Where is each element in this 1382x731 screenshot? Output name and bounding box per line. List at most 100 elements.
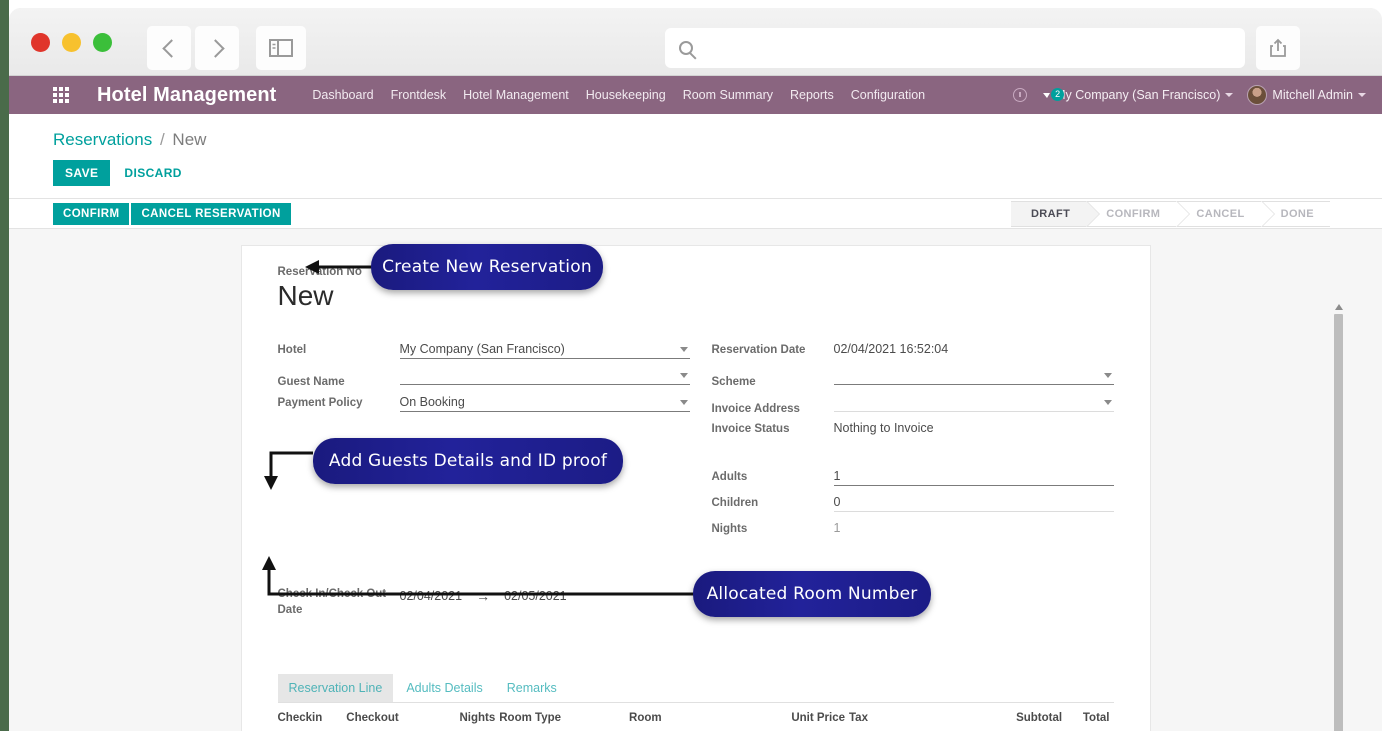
field-hotel-label: Hotel	[278, 343, 400, 359]
chevron-down-icon[interactable]	[680, 373, 688, 378]
company-selector[interactable]: My Company (San Francisco)	[1055, 88, 1233, 102]
browser-chrome	[9, 8, 1382, 76]
checkin-date-value: 02/04/2021	[400, 589, 463, 603]
navbar-menu-list: Dashboard Frontdesk Hotel Management Hou…	[312, 88, 925, 102]
menu-item-hotel-management[interactable]: Hotel Management	[463, 88, 569, 102]
notebook-tabs: Reservation Line Adults Details Remarks	[278, 674, 1114, 703]
chevron-down-icon[interactable]	[1104, 373, 1112, 378]
col-room: Room	[629, 703, 772, 731]
checkout-date-value: 02/05/2021	[504, 589, 567, 603]
field-guest-name: Guest Name	[278, 368, 696, 391]
menu-item-reports[interactable]: Reports	[790, 88, 834, 102]
col-subtotal: Subtotal	[982, 703, 1067, 731]
field-payment-policy-value: On Booking	[400, 395, 465, 409]
chevron-down-icon[interactable]	[1104, 400, 1112, 405]
desktop-background: Hotel Management Dashboard Frontdesk Hot…	[0, 0, 1382, 731]
field-children-input[interactable]: 0	[834, 495, 1114, 512]
status-stage-draft[interactable]: DRAFT	[1011, 201, 1086, 227]
menu-item-frontdesk[interactable]: Frontdesk	[391, 88, 447, 102]
field-reservation-date-value: 02/04/2021 16:52:04	[834, 342, 949, 356]
field-payment-policy-input[interactable]: On Booking	[400, 395, 690, 412]
chevron-right-icon	[206, 39, 224, 57]
sidebar-toggle-icon	[269, 39, 293, 57]
col-nights: Nights	[440, 703, 499, 731]
minimize-window-button[interactable]	[62, 33, 81, 52]
field-invoice-status: Invoice Status Nothing to Invoice	[712, 421, 1114, 443]
field-scheme: Scheme	[712, 368, 1114, 391]
col-unit-price: Unit Price	[772, 703, 849, 731]
form-column-right: Reservation Date 02/04/2021 16:52:04 Sch…	[696, 342, 1114, 547]
chevron-down-icon[interactable]	[680, 400, 688, 405]
search-icon	[679, 41, 693, 55]
control-panel: Reservations / New SAVE DISCARD	[9, 114, 1382, 199]
messages-count-badge: 2	[1051, 88, 1064, 101]
app-body: Reservations / New SAVE DISCARD CONFIRM …	[9, 114, 1382, 731]
action-buttons-row: CONFIRM CANCEL RESERVATION DRAFT CONFIRM…	[9, 199, 1382, 229]
share-icon	[1269, 38, 1287, 58]
sidebar-toggle-button[interactable]	[256, 26, 306, 70]
field-checkin-checkout-values[interactable]: 02/04/2021 → 02/05/2021	[400, 587, 567, 604]
page-scrollbar[interactable]	[1334, 304, 1343, 731]
breadcrumb-current: New	[172, 130, 206, 149]
field-hotel-input[interactable]: My Company (San Francisco)	[400, 342, 690, 359]
reservation-lines-header-row: Checkin Checkout Nights Room Type Room U…	[278, 703, 1114, 731]
reservation-no-label: Reservation No	[278, 266, 1114, 278]
field-children-value: 0	[834, 495, 841, 509]
chevron-left-icon	[162, 39, 180, 57]
user-menu[interactable]: Mitchell Admin	[1247, 85, 1366, 105]
app-navbar: Hotel Management Dashboard Frontdesk Hot…	[9, 76, 1382, 114]
field-adults-input[interactable]: 1	[834, 469, 1114, 486]
clock-activity-icon[interactable]	[1013, 88, 1027, 102]
field-hotel: Hotel My Company (San Francisco)	[278, 342, 696, 364]
menu-item-configuration[interactable]: Configuration	[851, 88, 925, 102]
field-scheme-label: Scheme	[712, 375, 834, 391]
field-guest-name-input[interactable]	[400, 368, 690, 385]
address-bar[interactable]	[665, 28, 1245, 68]
tab-adults-details[interactable]: Adults Details	[395, 674, 493, 702]
col-tax: Tax	[849, 703, 982, 731]
save-button[interactable]: SAVE	[53, 160, 110, 186]
tab-reservation-line[interactable]: Reservation Line	[278, 674, 394, 702]
desktop-left-strip	[0, 0, 9, 731]
menu-item-housekeeping[interactable]: Housekeeping	[586, 88, 666, 102]
field-invoice-address-label: Invoice Address	[712, 402, 834, 418]
confirm-button[interactable]: CONFIRM	[53, 203, 129, 225]
url-input[interactable]	[703, 40, 1223, 56]
field-invoice-address-input[interactable]	[834, 395, 1114, 412]
maximize-window-button[interactable]	[93, 33, 112, 52]
close-window-button[interactable]	[31, 33, 50, 52]
field-nights: Nights 1	[712, 521, 1114, 543]
field-nights-value-wrap: 1	[834, 521, 1114, 537]
field-payment-policy-label: Payment Policy	[278, 396, 400, 412]
field-nights-value: 1	[834, 521, 841, 535]
reservation-lines-table: Checkin Checkout Nights Room Type Room U…	[278, 703, 1114, 731]
discard-button[interactable]: DISCARD	[124, 166, 181, 180]
tab-remarks[interactable]: Remarks	[496, 674, 568, 702]
col-total: Total	[1066, 703, 1113, 731]
scroll-up-arrow-icon[interactable]	[1335, 304, 1343, 310]
navbar-right-group: 2 My Company (San Francisco) Mitchell Ad…	[1013, 85, 1382, 105]
field-adults: Adults 1	[712, 469, 1114, 491]
menu-item-room-summary[interactable]: Room Summary	[683, 88, 773, 102]
chevron-down-icon[interactable]	[680, 347, 688, 352]
field-reservation-date: Reservation Date 02/04/2021 16:52:04	[712, 342, 1114, 364]
status-bar: DRAFT CONFIRM CANCEL DONE	[1011, 201, 1330, 227]
chevron-down-icon	[1225, 93, 1233, 97]
browser-forward-button[interactable]	[195, 26, 239, 70]
field-scheme-input[interactable]	[834, 368, 1114, 385]
breadcrumb-separator: /	[160, 130, 165, 149]
cancel-reservation-button[interactable]: CANCEL RESERVATION	[131, 203, 290, 225]
col-checkout: Checkout	[346, 703, 440, 731]
browser-back-button[interactable]	[147, 26, 191, 70]
field-children: Children 0	[712, 495, 1114, 517]
share-button[interactable]	[1256, 26, 1300, 70]
breadcrumb-root[interactable]: Reservations	[53, 130, 152, 149]
reservation-no-value: New	[278, 280, 1114, 312]
scrollbar-thumb[interactable]	[1334, 314, 1343, 731]
menu-item-dashboard[interactable]: Dashboard	[312, 88, 373, 102]
apps-grid-icon[interactable]	[53, 87, 69, 103]
field-invoice-status-value: Nothing to Invoice	[834, 421, 934, 435]
field-children-label: Children	[712, 496, 834, 512]
field-invoice-status-label: Invoice Status	[712, 422, 834, 438]
date-range-arrow-icon: →	[476, 588, 490, 604]
